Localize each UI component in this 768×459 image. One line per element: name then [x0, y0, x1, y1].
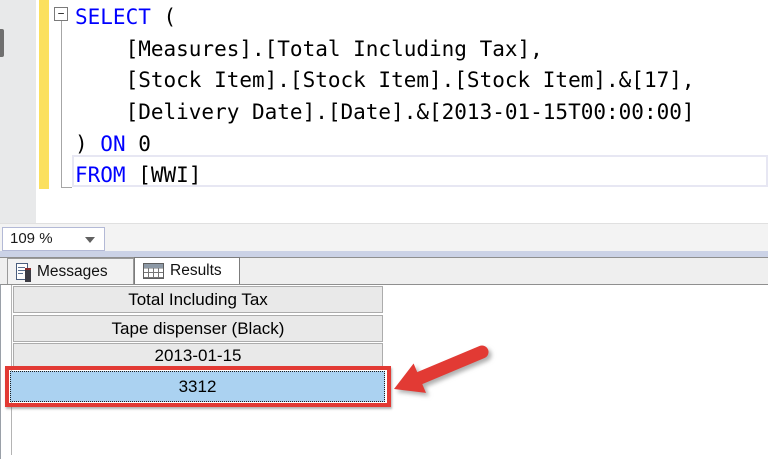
zoom-level-value: 109 %: [10, 230, 53, 247]
tab-results-label: Results: [170, 262, 222, 280]
code-plain: [Delivery Date].[Date].&[2013-01-15T00:0…: [75, 100, 695, 124]
code-line-6: FROM [WWI]: [75, 160, 765, 192]
keyword-from: FROM: [75, 163, 126, 187]
editor-status-strip: [0, 223, 768, 251]
annotation-highlight-box: [5, 366, 391, 407]
tab-results[interactable]: Results: [134, 257, 240, 284]
chevron-down-icon[interactable]: [85, 237, 95, 243]
code-line-2: [Measures].[Total Including Tax],: [75, 34, 765, 66]
code-line-4: [Delivery Date].[Date].&[2013-01-15T00:0…: [75, 97, 765, 129]
outline-guide-line: [61, 21, 62, 188]
keyword-select: SELECT: [75, 5, 151, 29]
result-cell-stock-item[interactable]: Tape dispenser (Black): [13, 315, 383, 342]
messages-doc-icon: [16, 263, 31, 281]
scrollbar-thumb-fragment[interactable]: [0, 29, 4, 57]
code-text[interactable]: SELECT ( [Measures].[Total Including Tax…: [75, 2, 765, 192]
query-editor[interactable]: − SELECT ( [Measures].[Total Including T…: [0, 0, 768, 223]
code-plain: [Measures].[Total Including Tax],: [75, 37, 543, 61]
results-grid-icon: [143, 263, 164, 279]
zoom-level-dropdown[interactable]: 109 %: [2, 227, 105, 251]
code-line-1: SELECT (: [75, 2, 765, 34]
code-plain: ): [75, 132, 100, 156]
editor-gutter: [0, 0, 36, 223]
tab-messages[interactable]: Messages: [7, 258, 134, 284]
tab-messages-label: Messages: [37, 263, 108, 281]
code-line-5: ) ON 0: [75, 129, 765, 161]
code-plain: [WWI]: [126, 163, 202, 187]
change-tracking-bar: [39, 0, 49, 189]
collapse-region-icon[interactable]: −: [54, 7, 68, 21]
code-line-3: [Stock Item].[Stock Item].[Stock Item].&…: [75, 65, 765, 97]
code-plain: (: [151, 5, 176, 29]
annotation-arrow-icon: [378, 336, 503, 411]
code-plain: [Stock Item].[Stock Item].[Stock Item].&…: [75, 68, 695, 92]
code-plain: 0: [126, 132, 151, 156]
outline-guide-tick: [61, 187, 72, 188]
result-cell-measure[interactable]: Total Including Tax: [13, 286, 383, 313]
keyword-on: ON: [100, 132, 125, 156]
